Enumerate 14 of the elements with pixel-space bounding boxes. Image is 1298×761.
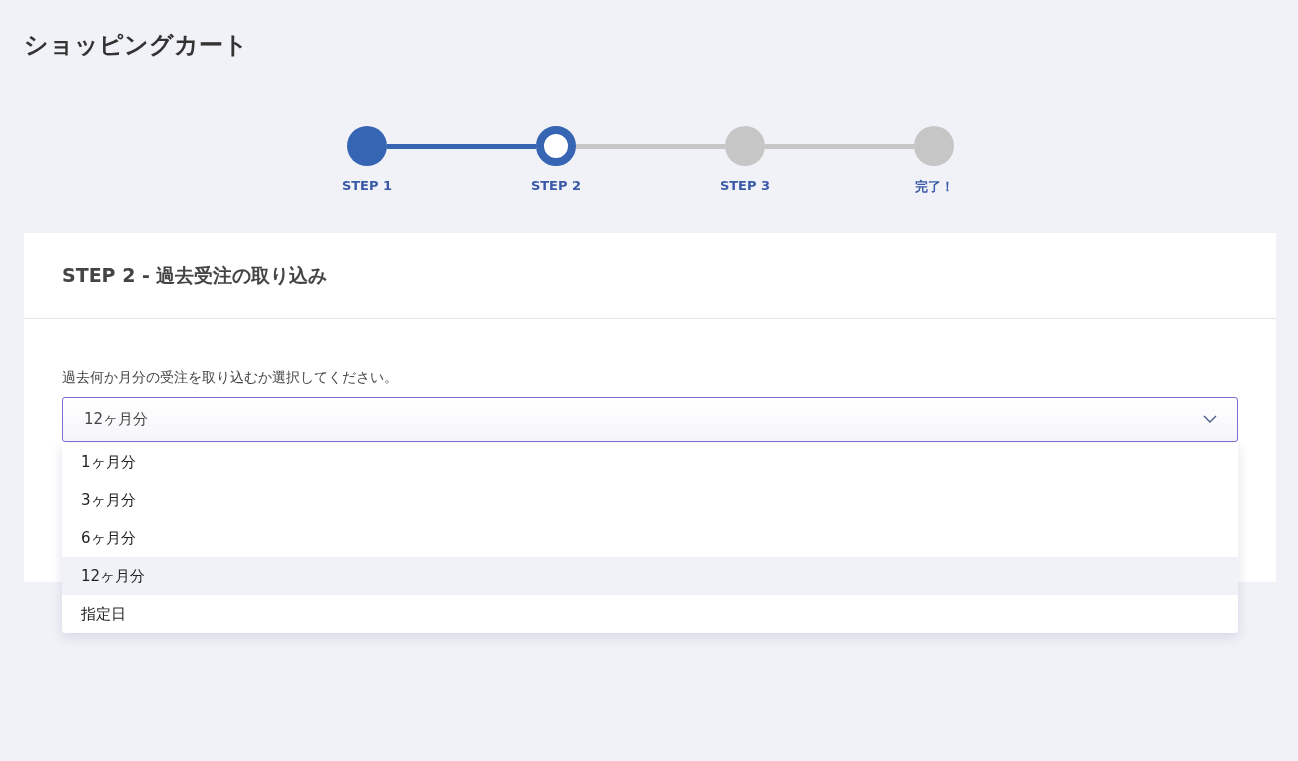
dropdown-option[interactable]: 3ヶ月分 bbox=[62, 481, 1238, 519]
dropdown-option[interactable]: 1ヶ月分 bbox=[62, 443, 1238, 481]
step-label: STEP 1 bbox=[340, 178, 394, 195]
step-label: 完了！ bbox=[913, 178, 955, 196]
prompt-text: 過去何か月分の受注を取り込むか選択してください。 bbox=[62, 369, 399, 387]
dropdown-option[interactable]: 指定日 bbox=[62, 595, 1238, 633]
dropdown-option[interactable]: 6ヶ月分 bbox=[62, 519, 1238, 557]
period-select[interactable]: 12ヶ月分 bbox=[62, 397, 1238, 442]
card-title: STEP 2 - 過去受注の取り込み bbox=[62, 262, 328, 288]
page-title: ショッピングカート bbox=[24, 30, 249, 61]
step-label: STEP 3 bbox=[718, 178, 772, 195]
step-label: STEP 2 bbox=[529, 178, 583, 195]
chevron-down-icon bbox=[1203, 415, 1217, 424]
dropdown-option[interactable]: 12ヶ月分 bbox=[62, 557, 1238, 595]
